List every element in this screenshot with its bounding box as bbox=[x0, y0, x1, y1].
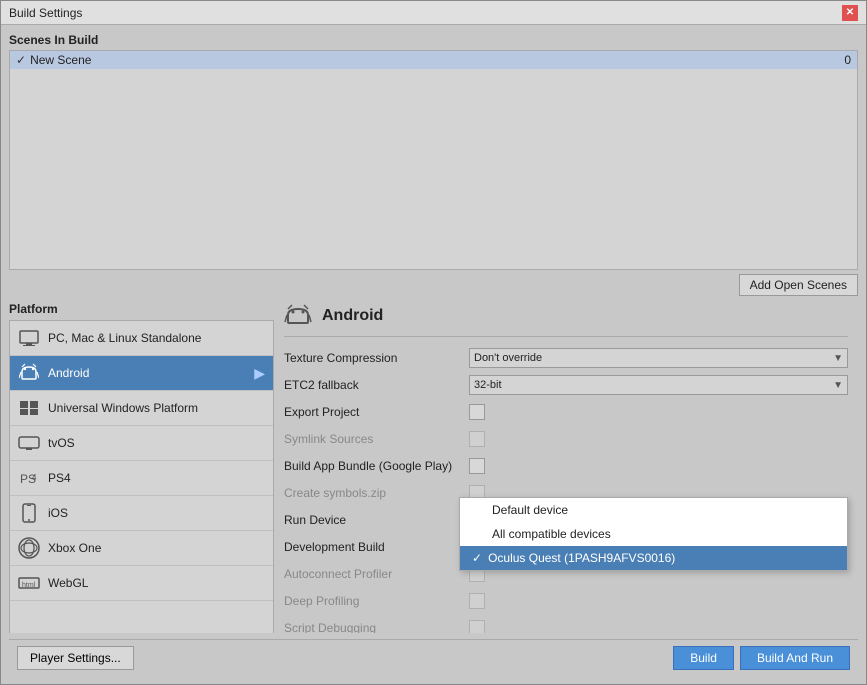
platform-item-tvos[interactable]: tvOS bbox=[10, 426, 273, 461]
script-debugging-label: Script Debugging bbox=[284, 621, 469, 633]
build-app-bundle-row: Build App Bundle (Google Play) bbox=[284, 455, 848, 477]
texture-compression-row: Texture Compression Don't override ▼ bbox=[284, 347, 848, 369]
platform-item-ios-label: iOS bbox=[48, 506, 68, 520]
platform-item-pc[interactable]: PC, Mac & Linux Standalone bbox=[10, 321, 273, 356]
add-open-scenes-row: Add Open Scenes bbox=[9, 274, 858, 296]
svg-text:4: 4 bbox=[32, 473, 37, 482]
symlink-sources-label: Symlink Sources bbox=[284, 432, 469, 446]
ps4-icon: PS 4 bbox=[18, 467, 40, 489]
symlink-sources-checkbox[interactable] bbox=[469, 431, 485, 447]
build-app-bundle-label: Build App Bundle (Google Play) bbox=[284, 459, 469, 473]
android-icon bbox=[18, 362, 40, 384]
etc2-fallback-label: ETC2 fallback bbox=[284, 378, 469, 392]
build-button[interactable]: Build bbox=[673, 646, 734, 670]
platform-item-ps4-label: PS4 bbox=[48, 471, 71, 485]
dropdown-item-default-label: Default device bbox=[492, 503, 568, 517]
android-header: Android bbox=[284, 302, 848, 337]
main-content: Scenes In Build ✓ New Scene 0 Add Open S… bbox=[1, 25, 866, 684]
platform-item-ps4[interactable]: PS 4 PS4 bbox=[10, 461, 273, 496]
run-device-dropdown-popup: Default device All compatible devices ✓ … bbox=[459, 497, 848, 571]
window-title: Build Settings bbox=[9, 6, 82, 20]
dropdown-item-oculus-label: Oculus Quest (1PASH9AFVS0016) bbox=[488, 551, 675, 565]
texture-compression-arrow: ▼ bbox=[833, 353, 843, 364]
ios-icon bbox=[18, 502, 40, 524]
texture-compression-value: Don't override bbox=[474, 352, 542, 364]
texture-compression-label: Texture Compression bbox=[284, 351, 469, 365]
script-debugging-row: Script Debugging bbox=[284, 617, 848, 633]
platform-item-android[interactable]: Android ▶ bbox=[10, 356, 273, 391]
platform-item-pc-label: PC, Mac & Linux Standalone bbox=[48, 331, 201, 345]
add-open-scenes-button[interactable]: Add Open Scenes bbox=[739, 274, 858, 296]
build-and-run-button[interactable]: Build And Run bbox=[740, 646, 850, 670]
build-settings-window: Build Settings ✕ Scenes In Build ✓ New S… bbox=[0, 0, 867, 685]
platform-item-webgl[interactable]: html WebGL bbox=[10, 566, 273, 601]
tvos-icon bbox=[18, 432, 40, 454]
dev-build-label: Development Build bbox=[284, 540, 469, 554]
platform-item-xbox-label: Xbox One bbox=[48, 541, 101, 555]
etc2-fallback-dropdown[interactable]: 32-bit ▼ bbox=[469, 375, 848, 395]
run-device-label: Run Device bbox=[284, 513, 469, 527]
deep-profiling-row: Deep Profiling bbox=[284, 590, 848, 612]
main-area: Platform PC, Mac & Linux Standalone bbox=[9, 302, 858, 633]
title-bar: Build Settings ✕ bbox=[1, 1, 866, 25]
platform-item-webgl-label: WebGL bbox=[48, 576, 88, 590]
dropdown-item-compatible-label: All compatible devices bbox=[492, 527, 611, 541]
platform-item-ios[interactable]: iOS bbox=[10, 496, 273, 531]
dropdown-item-compatible[interactable]: All compatible devices bbox=[460, 522, 847, 546]
platform-item-uwp-label: Universal Windows Platform bbox=[48, 401, 198, 415]
android-header-icon bbox=[284, 302, 312, 330]
platform-item-android-label: Android bbox=[48, 366, 89, 380]
etc2-fallback-row: ETC2 fallback 32-bit ▼ bbox=[284, 374, 848, 396]
deep-profiling-checkbox[interactable] bbox=[469, 593, 485, 609]
platform-item-tvos-label: tvOS bbox=[48, 436, 75, 450]
platform-label: Platform bbox=[9, 302, 274, 316]
create-symbols-label: Create symbols.zip bbox=[284, 486, 469, 500]
close-button[interactable]: ✕ bbox=[842, 5, 858, 21]
bottom-right-buttons: Build Build And Run bbox=[673, 646, 850, 670]
platform-list: PC, Mac & Linux Standalone bbox=[9, 320, 274, 633]
platform-panel: Platform PC, Mac & Linux Standalone bbox=[9, 302, 274, 633]
scenes-section: Scenes In Build ✓ New Scene 0 Add Open S… bbox=[9, 33, 858, 296]
platform-item-uwp[interactable]: Universal Windows Platform bbox=[10, 391, 273, 426]
texture-compression-dropdown[interactable]: Don't override ▼ bbox=[469, 348, 848, 368]
android-title: Android bbox=[322, 307, 383, 325]
scenes-list: ✓ New Scene 0 bbox=[9, 50, 858, 270]
dropdown-item-oculus[interactable]: ✓ Oculus Quest (1PASH9AFVS0016) bbox=[460, 546, 847, 570]
active-arrow: ▶ bbox=[254, 365, 265, 382]
export-project-row: Export Project bbox=[284, 401, 848, 423]
export-project-label: Export Project bbox=[284, 405, 469, 419]
scene-index: 0 bbox=[844, 53, 851, 67]
xbox-icon bbox=[18, 537, 40, 559]
scene-check: ✓ bbox=[16, 53, 26, 67]
player-settings-button[interactable]: Player Settings... bbox=[17, 646, 134, 670]
scene-item[interactable]: ✓ New Scene bbox=[10, 51, 857, 69]
platform-item-xbox[interactable]: Xbox One bbox=[10, 531, 273, 566]
webgl-icon: html bbox=[18, 572, 40, 594]
scene-name: New Scene bbox=[30, 53, 91, 67]
settings-panel: Android Texture Compression Don't overri… bbox=[274, 302, 858, 633]
etc2-fallback-value: 32-bit bbox=[474, 379, 502, 391]
dropdown-item-default[interactable]: Default device bbox=[460, 498, 847, 522]
bottom-bar: Player Settings... Build Build And Run bbox=[9, 639, 858, 676]
script-debugging-checkbox[interactable] bbox=[469, 620, 485, 633]
etc2-fallback-arrow: ▼ bbox=[833, 380, 843, 391]
pc-icon bbox=[18, 327, 40, 349]
scenes-label: Scenes In Build bbox=[9, 33, 858, 47]
uwp-icon bbox=[18, 397, 40, 419]
autoconnect-label: Autoconnect Profiler bbox=[284, 567, 469, 581]
export-project-checkbox[interactable] bbox=[469, 404, 485, 420]
deep-profiling-label: Deep Profiling bbox=[284, 594, 469, 608]
build-app-bundle-checkbox[interactable] bbox=[469, 458, 485, 474]
symlink-sources-row: Symlink Sources bbox=[284, 428, 848, 450]
svg-text:html: html bbox=[22, 582, 36, 589]
dropdown-item-oculus-check: ✓ bbox=[472, 551, 482, 565]
